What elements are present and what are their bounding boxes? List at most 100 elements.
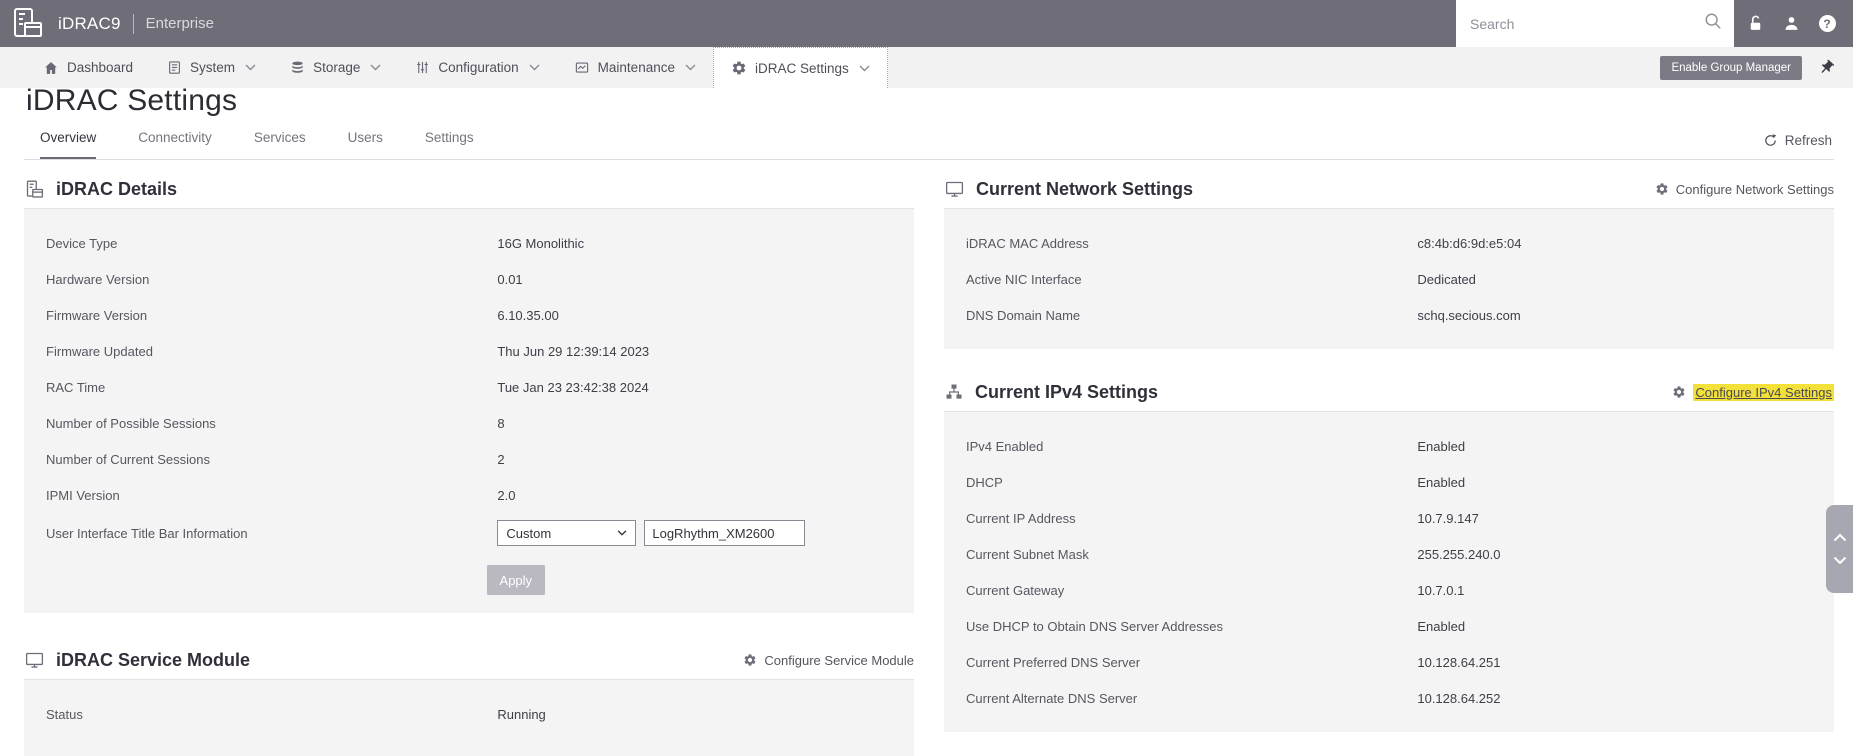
row-label: Current Preferred DNS Server <box>966 654 1141 670</box>
brand-name: iDRAC9 <box>58 13 121 33</box>
ipv4-settings-header: Current IPv4 Settings Configure IPv4 Set… <box>944 373 1834 411</box>
row-value: Dedicated <box>1417 271 1476 287</box>
detail-row: Current Preferred DNS Server 10.128.64.2… <box>944 644 1834 680</box>
titlebar-custom-input[interactable] <box>644 520 806 546</box>
nav-item-system[interactable]: System <box>150 47 273 88</box>
nav-label: System <box>190 60 236 75</box>
page-title: iDRAC Settings <box>26 84 238 117</box>
home-icon <box>43 60 59 76</box>
section-title: iDRAC Service Module <box>56 649 251 670</box>
help-icon[interactable]: ? <box>1817 14 1837 34</box>
tab-bar: Overview Connectivity Services Users Set… <box>40 130 474 160</box>
detail-row: Current Gateway 10.7.0.1 <box>944 572 1834 608</box>
brand: iDRAC9 Enterprise <box>0 6 214 42</box>
brand-edition: Enterprise <box>145 15 214 32</box>
scroll-control <box>1826 505 1853 593</box>
row-label: Firmware Version <box>46 307 148 323</box>
gear-icon <box>1655 182 1669 196</box>
chevron-down-icon <box>617 530 627 536</box>
detail-row: Number of Current Sessions 2 <box>24 441 914 477</box>
titlebar-mode-select[interactable]: Custom <box>497 520 637 546</box>
nav-item-dashboard[interactable]: Dashboard <box>26 47 150 88</box>
detail-row: Hardware Version 0.01 <box>24 261 914 297</box>
pin-icon[interactable] <box>1814 55 1838 79</box>
sitemap-icon <box>944 382 964 402</box>
row-label: Device Type <box>46 235 118 251</box>
detail-row: Current Subnet Mask 255.255.240.0 <box>944 536 1834 572</box>
row-label: IPMI Version <box>46 487 120 503</box>
nav-right: Enable Group Manager <box>1660 47 1853 88</box>
nav-item-storage[interactable]: Storage <box>273 47 398 88</box>
tab[interactable]: Services <box>254 130 306 160</box>
sliders-icon <box>415 60 430 75</box>
row-label: Current Gateway <box>966 582 1065 598</box>
idrac-details-header: iDRAC Details <box>24 170 914 208</box>
detail-row: IPv4 Enabled Enabled <box>944 428 1834 464</box>
detail-row: iDRAC MAC Address c8:4b:d6:9d:e5:04 <box>944 225 1834 261</box>
highlighted-link-text: Configure IPv4 Settings <box>1693 383 1834 401</box>
gear-icon <box>743 653 757 667</box>
section-title: Current Network Settings <box>976 178 1194 199</box>
service-module-header: iDRAC Service Module Configure Service M… <box>24 641 914 679</box>
row-label: Use DHCP to Obtain DNS Server Addresses <box>966 618 1223 634</box>
row-value: 2.0 <box>497 487 516 503</box>
scroll-up-icon[interactable] <box>1833 533 1847 542</box>
nav-items: Dashboard System Storage Configuration M… <box>0 47 888 88</box>
row-value: 10.7.0.1 <box>1417 582 1465 598</box>
tab[interactable]: Connectivity <box>138 130 212 160</box>
tabs-divider <box>24 159 1834 160</box>
monitor-icon <box>944 179 965 200</box>
row-value: Enabled <box>1417 618 1466 634</box>
chevron-down-icon <box>529 64 540 71</box>
titlebar-info-row: User Interface Title Bar Information Cus… <box>24 513 914 553</box>
network-rows: iDRAC MAC Address c8:4b:d6:9d:e5:04 Acti… <box>944 225 1834 333</box>
refresh-button[interactable]: Refresh <box>1763 133 1832 148</box>
monitor-icon <box>24 650 45 671</box>
idrac-page: iDRAC9 Enterprise Search ? Dashboard Sys… <box>0 0 1853 756</box>
idrac-details-rows: Device Type 16G Monolithic Hardware Vers… <box>24 225 914 513</box>
nav-label: Configuration <box>438 60 519 75</box>
row-value: Running <box>497 706 546 722</box>
search-input[interactable] <box>1456 15 1704 32</box>
lock-icon[interactable] <box>1745 14 1765 34</box>
tab[interactable]: Users <box>348 130 383 160</box>
row-label: IPv4 Enabled <box>966 438 1044 454</box>
idrac-details-panel: Device Type 16G Monolithic Hardware Vers… <box>24 209 914 613</box>
configure-service-module-link[interactable]: Configure Service Module <box>743 653 914 668</box>
row-value: 16G Monolithic <box>497 235 585 251</box>
nav-item-idrac-settings[interactable]: iDRAC Settings <box>712 47 888 88</box>
apply-button[interactable]: Apply <box>486 565 545 595</box>
apply-row: Apply <box>24 565 914 595</box>
chevron-down-icon <box>859 65 870 72</box>
row-label: Status <box>46 706 83 722</box>
configure-network-settings-link[interactable]: Configure Network Settings <box>1655 182 1834 197</box>
nav-item-maintenance[interactable]: Maintenance <box>557 47 713 88</box>
detail-row: Use DHCP to Obtain DNS Server Addresses … <box>944 608 1834 644</box>
row-label: Hardware Version <box>46 271 150 287</box>
row-label: Active NIC Interface <box>966 271 1082 287</box>
row-label: iDRAC MAC Address <box>966 235 1089 251</box>
detail-row: Firmware Version 6.10.35.00 <box>24 297 914 333</box>
nav-item-configuration[interactable]: Configuration <box>398 47 556 88</box>
detail-row: Current Alternate DNS Server 10.128.64.2… <box>944 680 1834 716</box>
user-icon[interactable] <box>1781 14 1801 34</box>
scroll-down-icon[interactable] <box>1833 556 1847 565</box>
nav-label: Maintenance <box>597 60 675 75</box>
tab[interactable]: Overview <box>40 130 97 160</box>
row-label: Number of Current Sessions <box>46 451 211 467</box>
section-title: Current IPv4 Settings <box>975 381 1159 402</box>
chevron-down-icon <box>245 64 256 71</box>
detail-row: DNS Domain Name schq.secious.com <box>944 297 1834 333</box>
row-value: 255.255.240.0 <box>1417 546 1501 562</box>
row-value: Enabled <box>1417 474 1466 490</box>
enable-group-manager-button[interactable]: Enable Group Manager <box>1660 55 1802 80</box>
detail-row: DHCP Enabled <box>944 464 1834 500</box>
detail-row: Active NIC Interface Dedicated <box>944 261 1834 297</box>
tab[interactable]: Settings <box>425 130 474 160</box>
configure-ipv4-settings-link[interactable]: Configure IPv4 Settings <box>1672 383 1834 401</box>
search-icon[interactable] <box>1704 12 1722 35</box>
row-label: Current IP Address <box>966 510 1076 526</box>
idrac-logo-icon <box>10 6 46 42</box>
storage-icon <box>290 60 305 75</box>
detail-row: Device Type 16G Monolithic <box>24 225 914 261</box>
